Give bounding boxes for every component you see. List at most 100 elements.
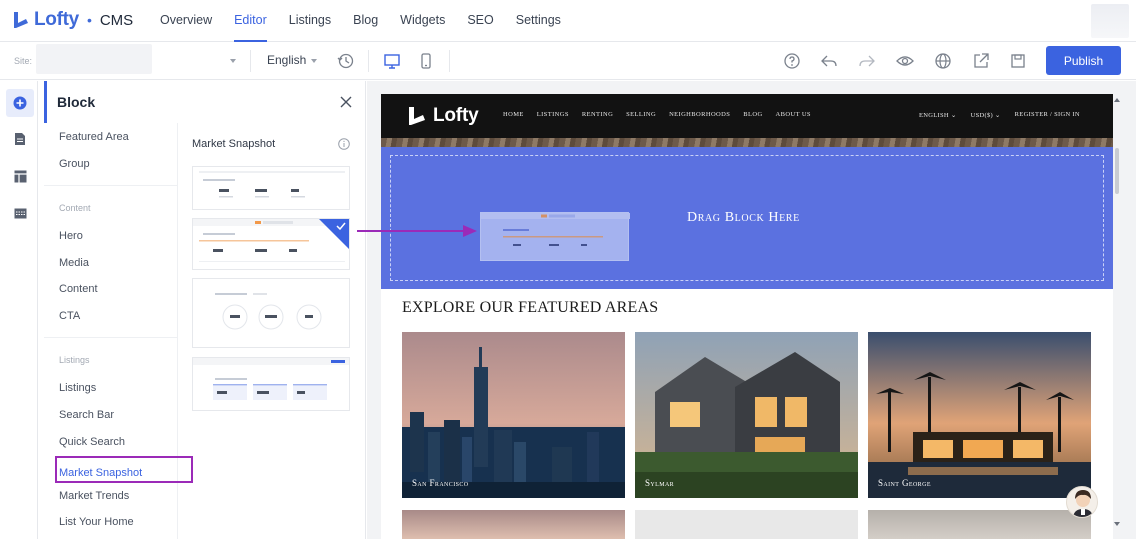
site-currency-label: USD($) xyxy=(970,112,993,119)
save-icon[interactable] xyxy=(1009,52,1027,70)
block-item-hero[interactable]: Hero xyxy=(59,230,83,242)
palm-villa-image xyxy=(868,332,1091,498)
area-name: Saint George xyxy=(878,478,931,488)
block-item-market-snapshot[interactable]: Market Snapshot xyxy=(59,467,142,479)
site-logo-icon xyxy=(409,107,425,125)
rail-pages[interactable] xyxy=(6,125,34,153)
site-logo[interactable]: Lofty xyxy=(407,105,479,127)
featured-area-card[interactable]: Sylmar xyxy=(635,332,858,498)
block-panel-title: Block xyxy=(57,94,96,110)
site-caret-icon[interactable] xyxy=(230,59,236,63)
template-preview-1 xyxy=(199,171,345,198)
rail-add-block[interactable] xyxy=(6,89,34,117)
toolbar-divider xyxy=(449,50,450,72)
site-nav-selling[interactable]: SELLING xyxy=(626,111,656,118)
template-thumb-1[interactable] xyxy=(192,166,350,210)
drop-zone[interactable]: Drag Block Here xyxy=(381,147,1113,289)
block-item-quick-search[interactable]: Quick Search xyxy=(59,436,125,448)
block-item-cta[interactable]: CTA xyxy=(59,310,80,322)
nav-listings[interactable]: Listings xyxy=(289,0,331,42)
undo-icon[interactable] xyxy=(820,52,838,70)
nav-widgets[interactable]: Widgets xyxy=(400,0,445,42)
site-language-label: ENGLISH xyxy=(919,112,949,119)
site-language-select[interactable]: ENGLISH ⌄ xyxy=(919,111,957,119)
info-icon[interactable] xyxy=(338,138,350,150)
rail-media[interactable] xyxy=(6,199,34,227)
city-skyline-image xyxy=(402,332,625,498)
template-thumb-3[interactable] xyxy=(192,278,350,348)
modern-house-image xyxy=(635,332,858,498)
block-item-group[interactable]: Group xyxy=(59,158,90,170)
template-thumb-4[interactable] xyxy=(192,357,350,411)
nav-editor[interactable]: Editor xyxy=(234,0,267,42)
site-register-link[interactable]: REGISTER / SIGN IN xyxy=(1015,111,1080,119)
main-nav: Overview Editor Listings Blog Widgets SE… xyxy=(160,0,583,42)
dragged-block-preview xyxy=(481,213,630,246)
canvas-scrollbar[interactable] xyxy=(1115,148,1119,194)
site-nav-renting[interactable]: RENTING xyxy=(582,111,613,118)
block-panel: Block Featured Area Group Content Hero M… xyxy=(44,81,366,539)
pages-icon xyxy=(15,133,25,145)
language-caret-icon[interactable] xyxy=(311,59,317,63)
toolbar-divider xyxy=(368,50,369,72)
preview-eye-icon[interactable] xyxy=(896,52,914,70)
nav-seo[interactable]: SEO xyxy=(467,0,493,42)
site-preview: Lofty HOME LISTINGS RENTING SELLING NEIG… xyxy=(381,94,1113,539)
featured-areas-title: EXPLORE OUR FEATURED AREAS xyxy=(402,299,659,316)
site-nav-blog[interactable]: BLOG xyxy=(743,111,762,118)
support-chat-avatar[interactable] xyxy=(1066,486,1098,518)
featured-area-card-partial[interactable] xyxy=(402,510,625,539)
scroll-down-icon[interactable] xyxy=(1114,522,1120,526)
list-divider xyxy=(44,337,178,338)
site-header-right: ENGLISH ⌄ USD($) ⌄ REGISTER / SIGN IN xyxy=(919,111,1094,119)
site-selector[interactable] xyxy=(36,44,152,74)
site-nav-listings[interactable]: LISTINGS xyxy=(537,111,569,118)
check-icon xyxy=(336,222,346,230)
block-item-featured-area[interactable]: Featured Area xyxy=(59,131,129,143)
desktop-icon[interactable] xyxy=(383,52,401,70)
share-icon[interactable] xyxy=(972,52,990,70)
site-nav-neighborhoods[interactable]: NEIGHBORHOODS xyxy=(669,111,730,118)
drop-zone-text: Drag Block Here xyxy=(687,210,800,225)
featured-area-card-partial[interactable] xyxy=(868,510,1091,539)
nav-overview[interactable]: Overview xyxy=(160,0,212,42)
block-item-content[interactable]: Content xyxy=(59,283,98,295)
cms-logo[interactable]: Lofty • CMS xyxy=(12,8,133,32)
product-name: CMS xyxy=(99,11,134,29)
history-icon[interactable] xyxy=(337,52,355,70)
site-brand-name: Lofty xyxy=(433,105,479,126)
section-label-content: Content xyxy=(59,203,91,213)
featured-area-card-partial[interactable] xyxy=(635,510,858,539)
help-icon[interactable] xyxy=(783,52,801,70)
block-item-listings[interactable]: Listings xyxy=(59,382,96,394)
block-item-market-snapshot-wrap[interactable]: Market Snapshot xyxy=(55,456,193,483)
block-item-media[interactable]: Media xyxy=(59,257,89,269)
featured-area-card[interactable]: Saint George xyxy=(868,332,1091,498)
language-select[interactable]: English xyxy=(267,53,306,67)
add-block-icon xyxy=(13,96,27,110)
layout-icon xyxy=(14,170,26,182)
nav-blog[interactable]: Blog xyxy=(353,0,378,42)
block-item-search-bar[interactable]: Search Bar xyxy=(59,409,114,421)
site-currency-select[interactable]: USD($) ⌄ xyxy=(971,111,1001,119)
mobile-icon[interactable] xyxy=(417,52,435,70)
block-item-market-trends[interactable]: Market Trends xyxy=(59,490,129,502)
publish-button[interactable]: Publish xyxy=(1046,46,1121,75)
nav-settings[interactable]: Settings xyxy=(516,0,561,42)
scroll-up-icon[interactable] xyxy=(1114,98,1120,102)
chevron-down-icon: ⌄ xyxy=(994,112,1001,119)
globe-icon[interactable] xyxy=(934,52,952,70)
block-item-list-your-home[interactable]: List Your Home xyxy=(59,516,134,528)
list-divider xyxy=(44,185,178,186)
editor-toolbar: Site: English Publish xyxy=(0,42,1136,80)
user-avatar[interactable] xyxy=(1091,4,1129,38)
block-type-list: Featured Area Group Content Hero Media C… xyxy=(44,123,193,539)
redo-icon[interactable] xyxy=(858,52,876,70)
rail-layout[interactable] xyxy=(6,162,34,190)
featured-area-card[interactable]: San Francisco xyxy=(402,332,625,498)
site-nav: HOME LISTINGS RENTING SELLING NEIGHBORHO… xyxy=(503,111,824,118)
template-thumb-2[interactable] xyxy=(192,218,350,270)
site-nav-home[interactable]: HOME xyxy=(503,111,524,118)
close-icon[interactable] xyxy=(338,94,354,110)
site-nav-about[interactable]: ABOUT US xyxy=(776,111,811,118)
